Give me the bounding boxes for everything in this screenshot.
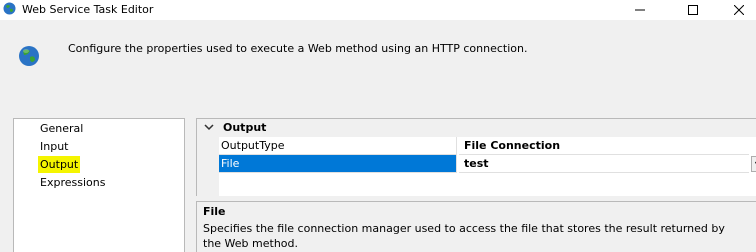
nav-item-expressions[interactable]: Expressions	[38, 174, 107, 191]
window-title: Web Service Task Editor	[22, 3, 154, 16]
category-row-output[interactable]: Output	[197, 119, 756, 137]
nav-item-general[interactable]: General	[38, 120, 85, 137]
property-value[interactable]: File Connection	[459, 137, 749, 155]
help-panel: File Specifies the file connection manag…	[196, 201, 756, 252]
property-row-file[interactable]: File test	[219, 155, 756, 173]
grid-margin	[197, 137, 219, 196]
chevron-down-icon[interactable]	[203, 121, 215, 133]
dropdown-button[interactable]	[751, 156, 756, 172]
close-button[interactable]	[716, 0, 756, 20]
help-title: File	[203, 205, 226, 218]
minimize-button[interactable]	[617, 0, 663, 20]
page-list: General Input Output Expressions	[13, 118, 185, 252]
property-grid: Output OutputType File Connection File t…	[196, 118, 756, 196]
nav-item-output[interactable]: Output	[38, 156, 81, 173]
category-label: Output	[223, 121, 267, 134]
property-name[interactable]: OutputType	[219, 137, 457, 155]
maximize-button[interactable]	[670, 0, 716, 20]
title-bar: Web Service Task Editor	[0, 0, 756, 20]
header-description: Configure the properties used to execute…	[68, 42, 528, 55]
nav-item-input[interactable]: Input	[38, 138, 70, 155]
globe-icon	[3, 2, 16, 15]
globe-icon	[18, 45, 40, 67]
property-value[interactable]: test	[459, 155, 749, 173]
property-row-outputtype[interactable]: OutputType File Connection	[219, 137, 756, 155]
help-text: Specifies the file connection manager us…	[203, 222, 725, 250]
header-panel: Configure the properties used to execute…	[0, 20, 756, 114]
property-name[interactable]: File	[219, 155, 457, 173]
